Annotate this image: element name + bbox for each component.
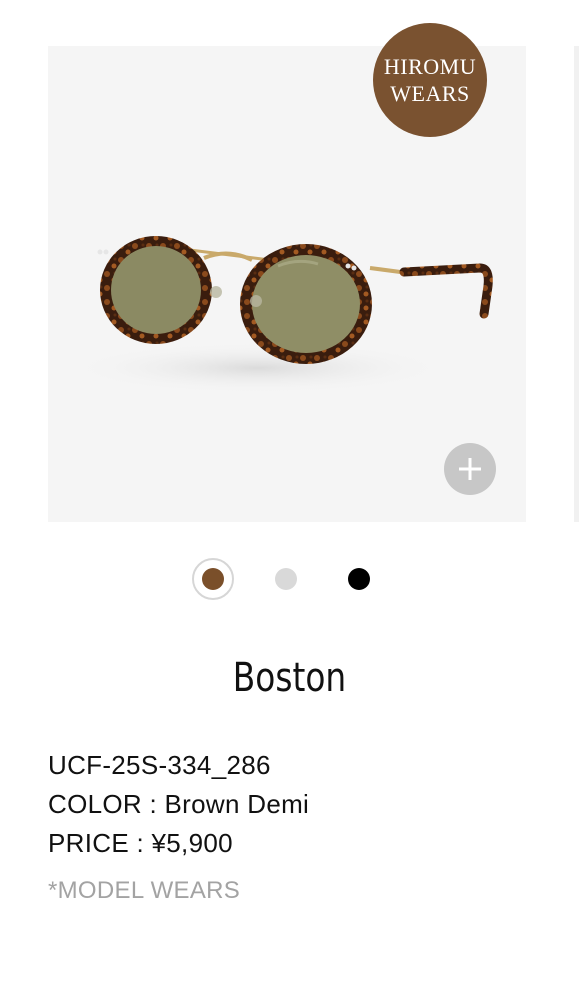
- model-wears-note: *MODEL WEARS: [48, 877, 241, 904]
- product-color: COLOR : Brown Demi: [48, 789, 310, 819]
- product-details: UCF-25S-334_286 COLOR : Brown Demi PRICE…: [48, 746, 309, 863]
- swatch-dot: [275, 568, 297, 590]
- swatch-brown-demi[interactable]: [192, 558, 234, 600]
- swatch-dot: [202, 568, 224, 590]
- swatch-dot: [348, 568, 370, 590]
- badge-line-2: WEARS: [390, 81, 470, 106]
- swatch-clear-grey[interactable]: [265, 558, 307, 600]
- product-name: Boston: [232, 655, 347, 701]
- badge-line-1: HIROMU: [383, 54, 477, 79]
- zoom-button[interactable]: [444, 443, 496, 495]
- color-swatches: [0, 558, 579, 600]
- product-price: PRICE : ¥5,900: [48, 828, 233, 858]
- swatch-black[interactable]: [338, 558, 380, 600]
- hiromu-wears-badge: HIROMU WEARS: [373, 23, 487, 137]
- product-code: UCF-25S-334_286: [48, 750, 271, 780]
- plus-icon: [459, 458, 481, 480]
- next-image-peek: [574, 46, 579, 522]
